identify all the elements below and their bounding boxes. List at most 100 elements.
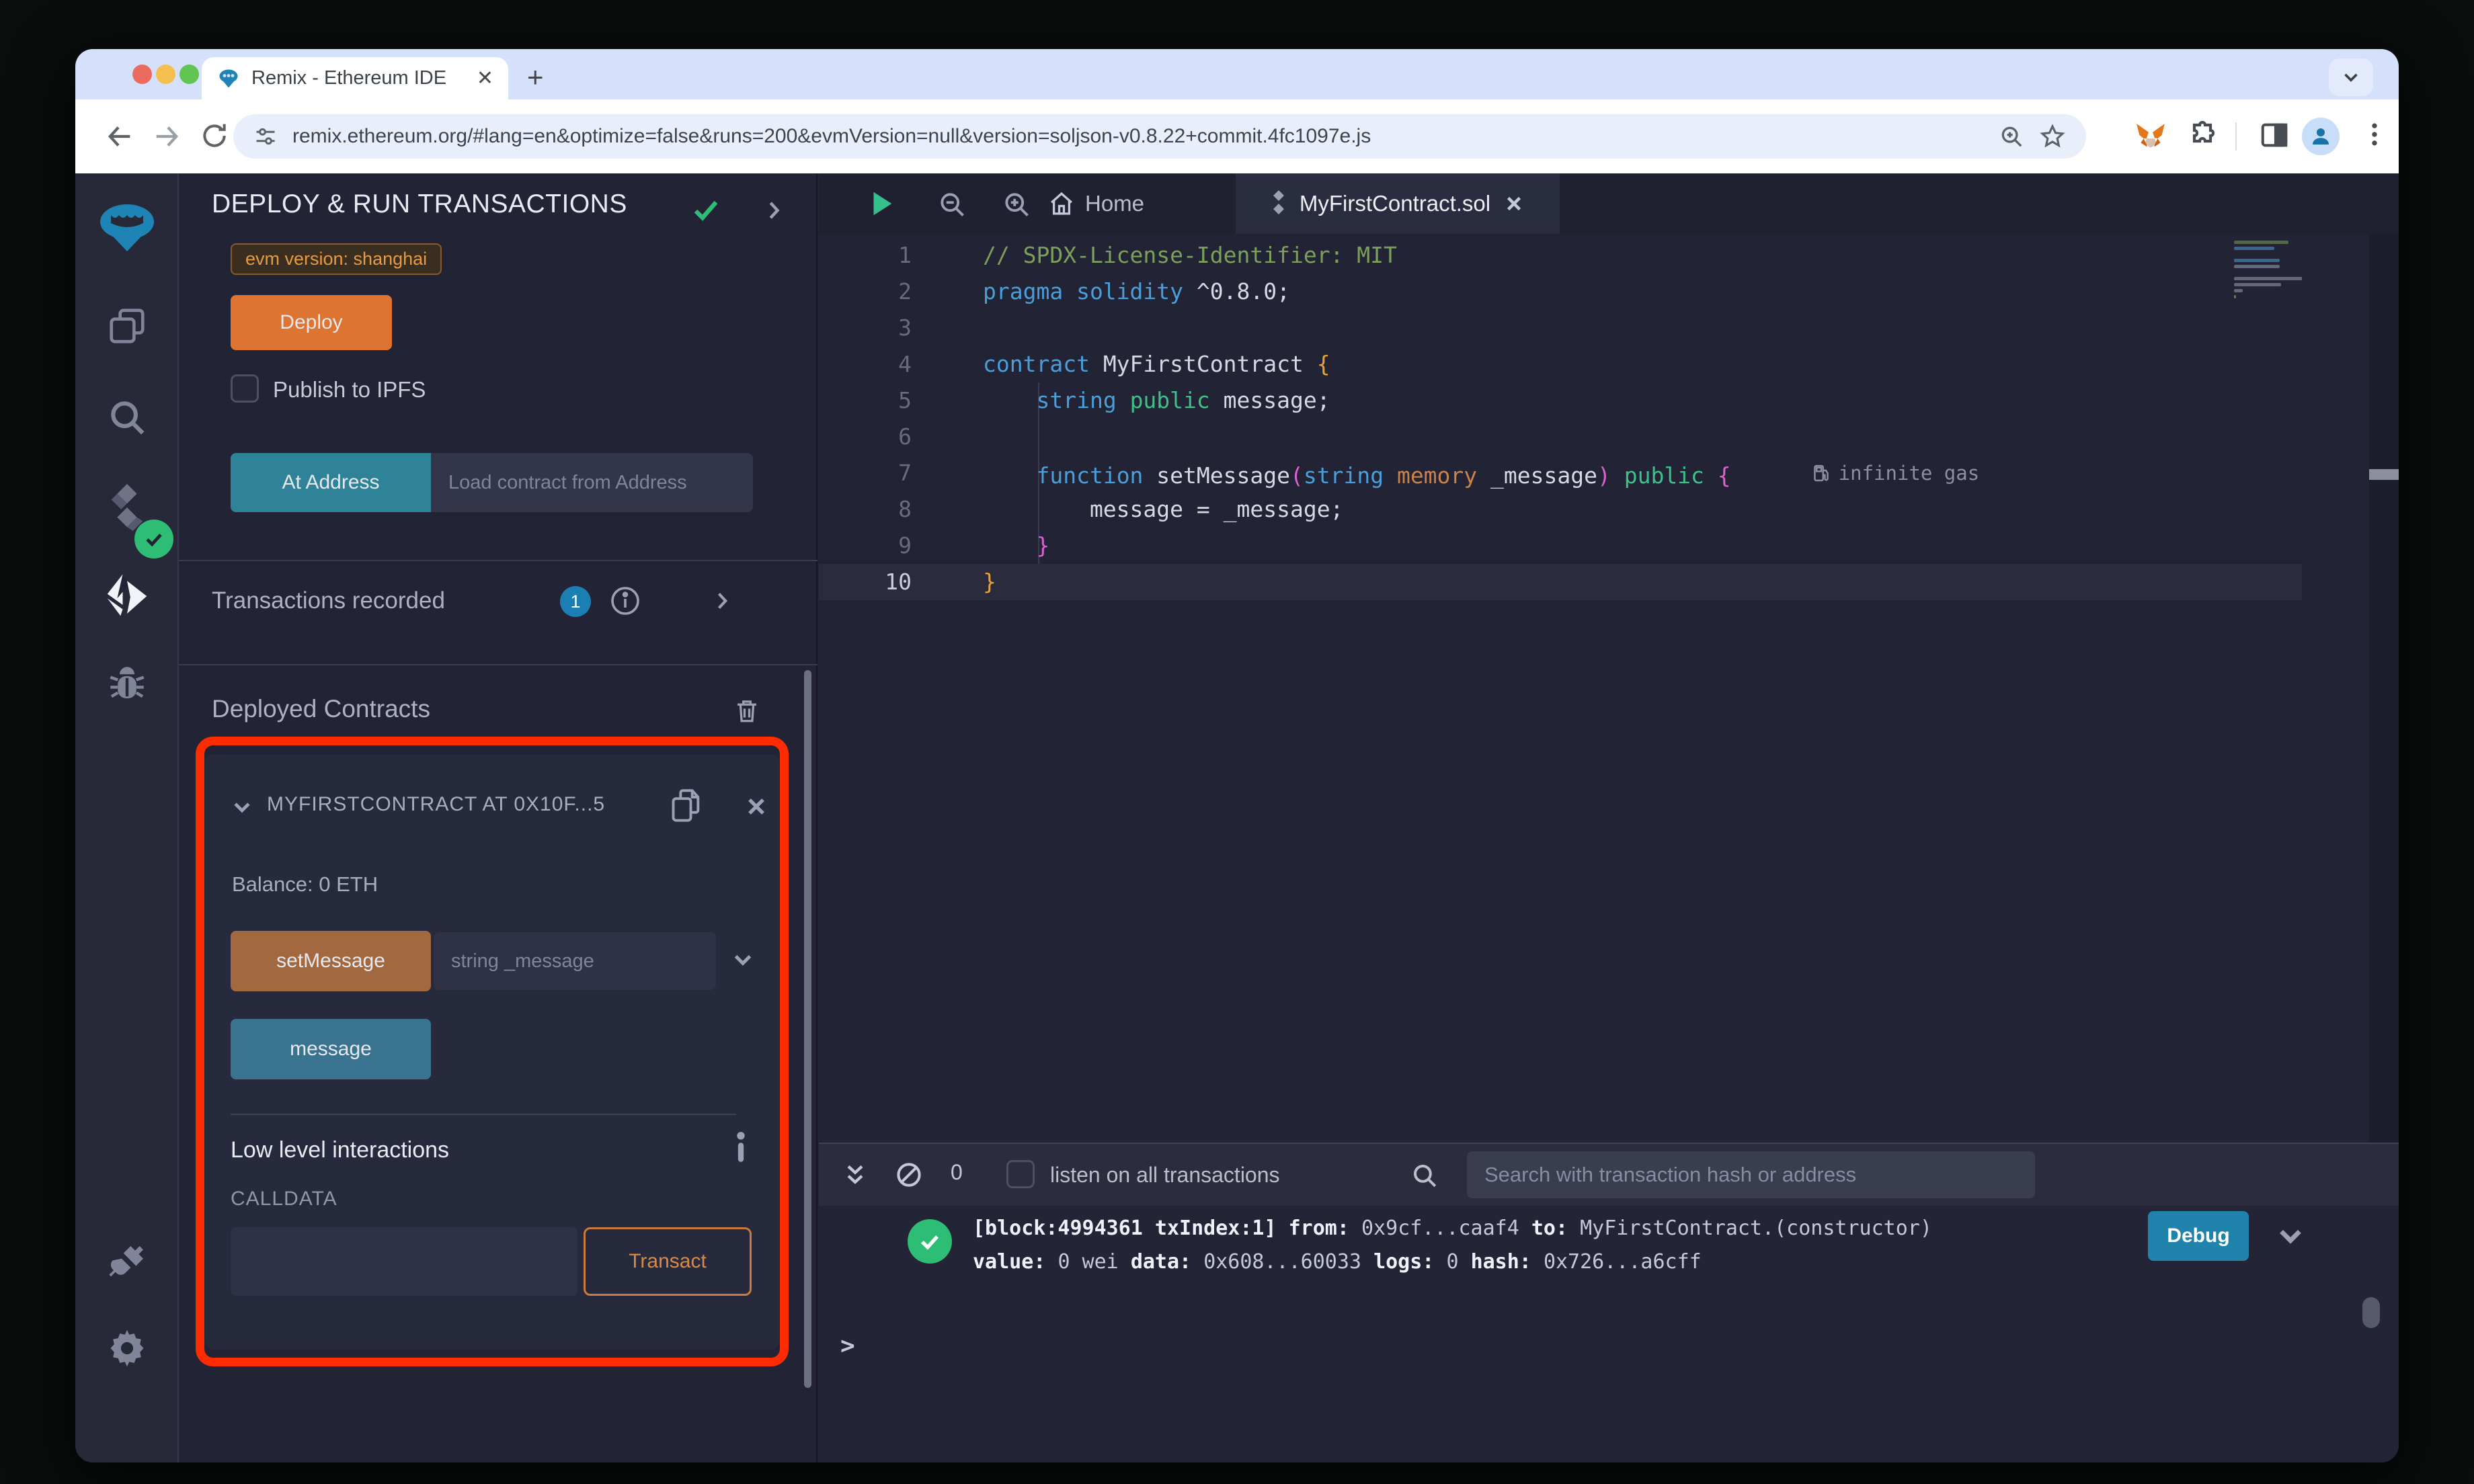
low-level-info-icon[interactable]: [731, 1130, 751, 1165]
terminal-toolbar: 0 listen on all transactions: [819, 1144, 2399, 1206]
code-editor[interactable]: 1 2 3 4 5 6 7 8 9 10 // SPDX-License-Identifier: …: [819, 234, 2302, 1143]
at-address-input[interactable]: [431, 453, 753, 512]
set-message-input[interactable]: [434, 932, 716, 990]
evm-version-badge: evm version: shanghai: [231, 243, 442, 275]
terminal-prompt[interactable]: >: [840, 1332, 855, 1360]
address-bar[interactable]: remix.ethereum.org/#lang=en&optimize=fal…: [233, 114, 2086, 159]
reload-icon[interactable]: [200, 121, 229, 151]
at-address-button[interactable]: At Address: [231, 453, 431, 512]
remix-app: DEPLOY & RUN TRANSACTIONS evm version: s…: [75, 173, 2399, 1462]
close-contract-icon[interactable]: [743, 793, 770, 820]
remix-favicon: [219, 69, 238, 87]
metamask-icon[interactable]: [2134, 120, 2167, 153]
contract-title[interactable]: MYFIRSTCONTRACT AT 0X10F...5: [267, 793, 664, 816]
terminal-search-icon: [1413, 1164, 1437, 1188]
set-message-button[interactable]: setMessage: [231, 931, 431, 991]
person-icon: [2313, 128, 2329, 145]
message-button[interactable]: message: [231, 1019, 431, 1079]
icon-panel: [75, 173, 179, 1462]
toolbar-divider: [2235, 122, 2237, 151]
separator: [179, 560, 817, 561]
terminal: 0 listen on all transactions [block:4994…: [819, 1143, 2399, 1462]
tx-log-line-1[interactable]: [block:4994361 txIndex:1] from: 0x9cf...…: [973, 1217, 1932, 1240]
tab-close-icon[interactable]: ✕: [477, 67, 493, 90]
profile-avatar[interactable]: [2302, 118, 2340, 155]
editor-area: Home MyFirstContract.sol 1 2 3 4 5 6 7 8 9 10 // …: [819, 173, 2399, 1462]
zoom-page-icon[interactable]: [1999, 124, 2024, 149]
site-settings-icon[interactable]: [253, 124, 278, 149]
log-expand-chevron-icon[interactable]: [2274, 1221, 2307, 1251]
zoom-in-icon[interactable]: [1002, 190, 1031, 219]
home-tab-label: Home: [1085, 191, 1145, 216]
side-panel-icon[interactable]: [2259, 120, 2290, 151]
low-level-label: Low level interactions: [231, 1137, 450, 1163]
terminal-scrollbar-thumb[interactable]: [2362, 1297, 2380, 1328]
extensions-icon[interactable]: [2186, 120, 2219, 152]
terminal-search-input[interactable]: [1467, 1151, 2035, 1198]
close-file-icon[interactable]: [1503, 192, 1525, 215]
code-lines: // SPDX-License-Identifier: MIT pragma so…: [983, 242, 1980, 595]
calldata-label: CALLDATA: [231, 1188, 337, 1210]
highlight-annotation: MYFIRSTCONTRACT AT 0X10F...5 Balance: 0 …: [196, 737, 789, 1366]
editor-scrollbar-thumb[interactable]: [2369, 469, 2399, 480]
settings-gear-icon[interactable]: [75, 1327, 179, 1370]
panel-title: DEPLOY & RUN TRANSACTIONS: [212, 190, 627, 218]
listen-all-label: listen on all transactions: [1050, 1163, 1280, 1187]
gas-pump-icon: [1813, 464, 1829, 482]
zoom-out-icon[interactable]: [937, 190, 967, 219]
panel-expand-chevron-icon[interactable]: [761, 198, 787, 223]
browser-tab[interactable]: Remix - Ethereum IDE ✕: [202, 57, 508, 99]
remix-logo[interactable]: [75, 200, 179, 254]
info-icon[interactable]: [609, 585, 641, 617]
transactions-recorded-label: Transactions recorded: [212, 587, 445, 614]
bookmark-star-icon[interactable]: [2039, 123, 2066, 150]
scroll-to-bottom-icon[interactable]: [842, 1161, 869, 1188]
chevron-down-icon: [2344, 73, 2358, 82]
debugger-icon[interactable]: [75, 661, 179, 706]
publish-ipfs-label: Publish to IPFS: [273, 377, 426, 402]
menu-dots-icon[interactable]: [2360, 120, 2389, 149]
home-icon: [1051, 192, 1072, 215]
calldata-input[interactable]: [231, 1227, 577, 1296]
file-explorer-icon[interactable]: [75, 305, 179, 347]
clear-console-icon[interactable]: [894, 1160, 924, 1190]
panel-scrollbar[interactable]: [804, 670, 811, 1388]
trash-icon[interactable]: [733, 696, 761, 725]
tab-home[interactable]: Home: [1047, 173, 1144, 234]
file-tab-label: MyFirstContract.sol: [1299, 191, 1491, 216]
publish-ipfs-checkbox[interactable]: [231, 374, 259, 403]
deploy-button[interactable]: Deploy: [231, 295, 392, 350]
solidity-file-icon: [1273, 190, 1284, 214]
macos-close-button[interactable]: [132, 65, 152, 84]
deployed-contract-card: MYFIRSTCONTRACT AT 0X10F...5 Balance: 0 …: [205, 754, 779, 1350]
transactions-expand-chevron-icon[interactable]: [710, 589, 734, 613]
deploy-run-panel: DEPLOY & RUN TRANSACTIONS evm version: s…: [179, 173, 817, 1462]
plugin-manager-icon[interactable]: [75, 1241, 179, 1284]
deploy-run-icon[interactable]: [75, 570, 179, 622]
tab-file-active[interactable]: MyFirstContract.sol: [1236, 173, 1560, 234]
search-icon[interactable]: [75, 397, 179, 438]
editor-scrollbar-track[interactable]: [2369, 234, 2399, 1143]
new-tab-button[interactable]: +: [527, 61, 544, 93]
forward-icon[interactable]: [151, 121, 182, 152]
minimap[interactable]: [2234, 241, 2302, 301]
contract-collapse-chevron-icon[interactable]: [229, 796, 255, 819]
deployed-contracts-label: Deployed Contracts: [212, 695, 430, 723]
macos-minimize-button[interactable]: [156, 65, 175, 84]
transact-button[interactable]: Transact: [584, 1227, 752, 1296]
browser-toolbar: remix.ethereum.org/#lang=en&optimize=fal…: [75, 99, 2399, 173]
copy-icon[interactable]: [669, 786, 704, 825]
panel-check-icon: [694, 200, 718, 221]
tx-success-icon: [908, 1219, 952, 1264]
listen-all-checkbox[interactable]: [1006, 1160, 1035, 1188]
separator: [231, 1114, 736, 1115]
back-icon[interactable]: [104, 121, 135, 152]
editor-tabbar: Home MyFirstContract.sol: [819, 173, 2399, 234]
debug-button[interactable]: Debug: [2148, 1211, 2249, 1261]
run-script-icon[interactable]: [866, 188, 897, 219]
macos-zoom-button[interactable]: [179, 65, 199, 84]
expand-args-chevron-icon[interactable]: [729, 948, 756, 972]
tab-search-button[interactable]: [2329, 58, 2373, 96]
tx-log-line-2[interactable]: value: 0 wei data: 0x608...60033 logs: 0…: [973, 1250, 1702, 1274]
separator: [179, 664, 817, 665]
